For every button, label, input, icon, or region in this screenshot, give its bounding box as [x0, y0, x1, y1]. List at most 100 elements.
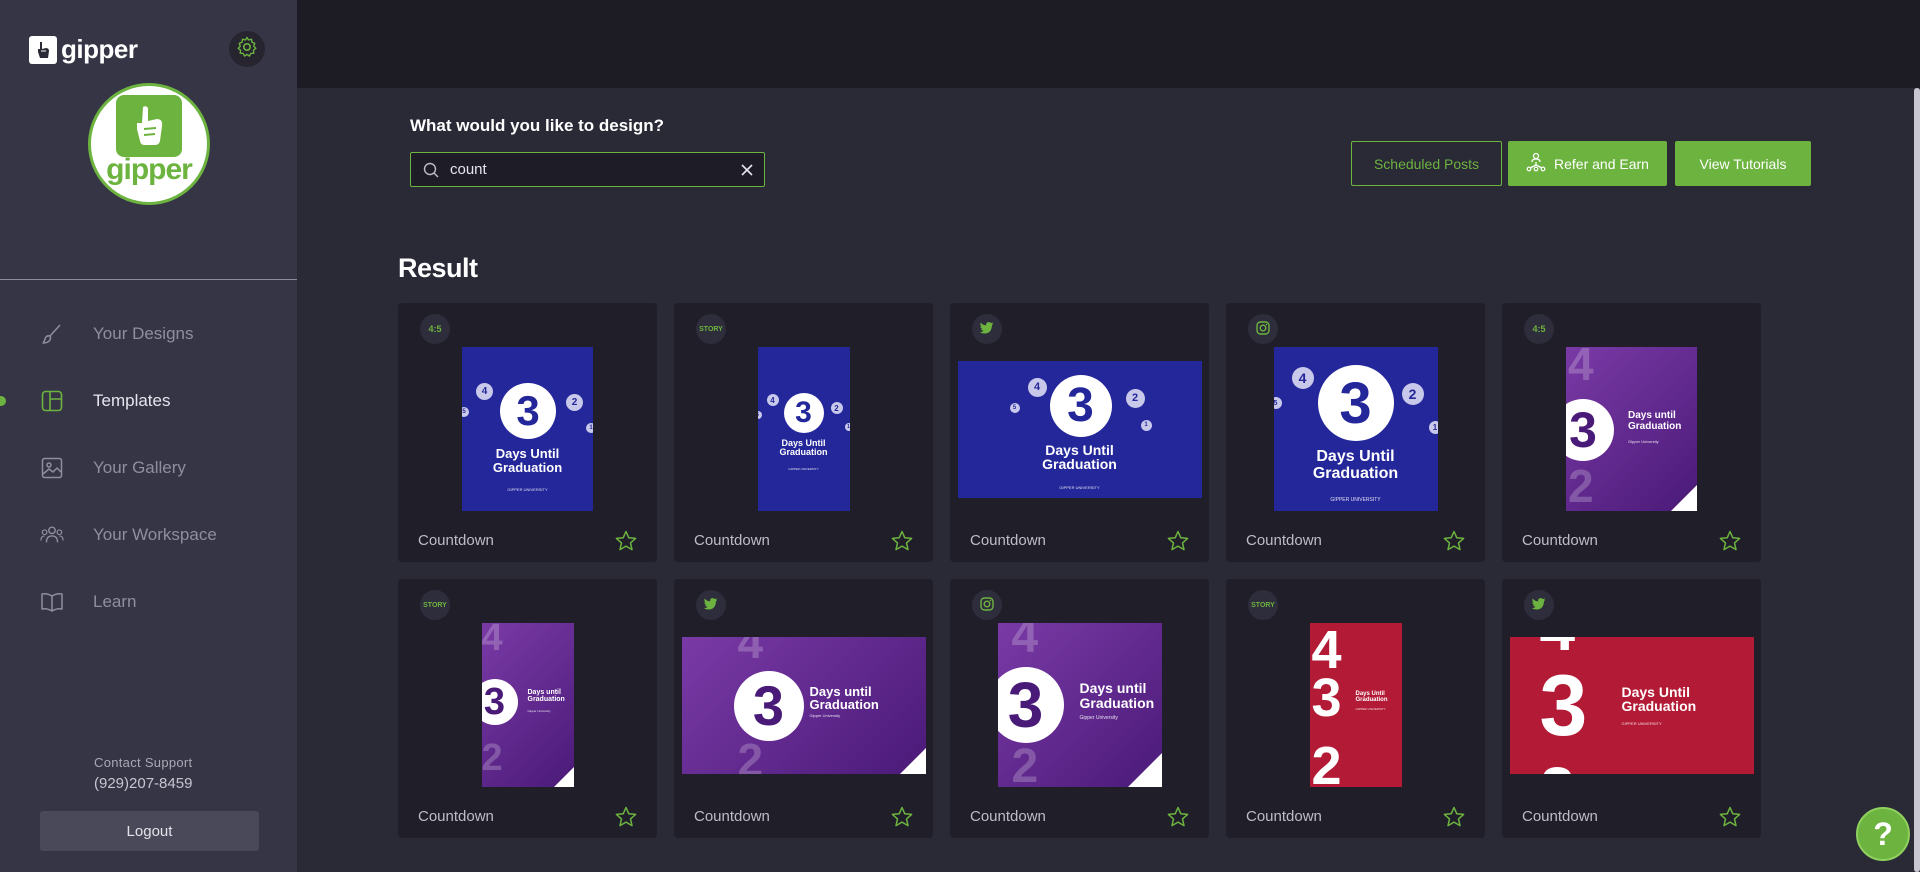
template-thumbnail-area: 4 2 3 Days until Graduation Gipper Unive… — [398, 623, 657, 787]
help-button[interactable]: ? — [1856, 807, 1910, 861]
template-card[interactable]: STORY 4 3 2 Days Until Graduation GIPPER… — [1226, 579, 1485, 838]
logout-button[interactable]: Logout — [40, 811, 259, 851]
thumbnail-subtitle: GIPPER UNIVERSITY — [1355, 707, 1386, 711]
countdown-number: 3 — [481, 679, 518, 725]
gipper-logo[interactable]: gipper — [29, 34, 138, 65]
template-card[interactable]: 4 5 2 1 3 Days Until Graduation GIPPER U… — [1226, 303, 1485, 562]
users-icon — [40, 523, 64, 547]
template-thumbnail-area: 4 5 2 1 3 Days Until Graduation GIPPER U… — [398, 347, 657, 511]
avatar-brand-text: gipper — [106, 153, 193, 186]
thumbnail-headline: Days until Graduation — [1079, 680, 1155, 711]
star-icon[interactable] — [891, 806, 913, 828]
sidebar-item-your-gallery[interactable]: Your Gallery — [0, 434, 297, 501]
star-icon[interactable] — [1443, 530, 1465, 552]
template-thumbnail: 4 2 3 Days until Graduation Gipper Unive… — [1566, 347, 1697, 511]
format-badge: STORY — [696, 314, 726, 344]
brand-name: gipper — [61, 34, 138, 64]
organization-avatar[interactable]: gipper — [88, 83, 210, 205]
template-thumbnail-area: 4 5 2 1 3 Days Until Graduation GIPPER U… — [1226, 347, 1485, 511]
star-icon[interactable] — [1443, 806, 1465, 828]
view-tutorials-button[interactable]: View Tutorials — [1675, 141, 1811, 186]
countdown-number: 3 — [1539, 657, 1588, 754]
template-card[interactable]: 4 2 3 Days until Graduation Gipper Unive… — [950, 579, 1209, 838]
template-thumbnail-area: 4 2 3 Days until Graduation Gipper Unive… — [674, 623, 933, 787]
template-thumbnail: 4 5 2 1 3 Days Until Graduation GIPPER U… — [1273, 347, 1438, 511]
book-icon — [40, 590, 64, 614]
scrollbar-thumb[interactable] — [1914, 88, 1920, 872]
thumbnail-headline: Days until Graduation — [809, 683, 879, 713]
close-icon[interactable] — [738, 161, 756, 179]
star-icon[interactable] — [1167, 806, 1189, 828]
format-badge — [696, 590, 726, 620]
instagram-icon — [980, 597, 994, 613]
design-prompt-heading: What would you like to design? — [410, 116, 665, 135]
search-input[interactable] — [450, 161, 730, 178]
template-thumbnail: 4 2 3 Days until Graduation Gipper Unive… — [997, 623, 1162, 787]
thumbnail-subtitle: GIPPER UNIVERSITY — [1059, 484, 1100, 490]
network-icon — [1526, 152, 1546, 175]
star-icon[interactable] — [615, 530, 637, 552]
twitter-icon — [703, 598, 718, 612]
scrollbar[interactable] — [1914, 88, 1920, 872]
card-label: Countdown — [694, 808, 770, 825]
template-card[interactable]: 4 2 3 Days until Graduation Gipper Unive… — [674, 579, 933, 838]
card-label: Countdown — [418, 808, 494, 825]
star-icon[interactable] — [1167, 530, 1189, 552]
format-badge: 4:5 — [1524, 314, 1554, 344]
countdown-number: 3 — [783, 393, 824, 433]
thumbnail-headline: Days Until Graduation — [779, 438, 828, 458]
template-thumbnail-area: 4 3 2 Days Until Graduation GIPPER UNIVE… — [1502, 623, 1761, 787]
format-badge: STORY — [420, 590, 450, 620]
format-badge: 4:5 — [420, 314, 450, 344]
support-phone[interactable]: (929)207-8459 — [94, 775, 192, 792]
template-grid: 4:5 4 5 2 1 3 Days Until Graduation GIPP… — [398, 303, 1762, 838]
thumbnail-subtitle: Gipper University — [809, 712, 841, 718]
countdown-number: 3 — [1311, 668, 1342, 728]
card-label: Countdown — [970, 808, 1046, 825]
thumbnail-subtitle: GIPPER UNIVERSITY — [1330, 497, 1381, 503]
template-thumbnail: 4 5 2 1 3 Days Until Graduation GIPPER U… — [757, 347, 850, 511]
hand-logo-icon — [29, 35, 57, 64]
template-card[interactable]: STORY 4 5 2 1 3 Days Until Graduation GI… — [674, 303, 933, 562]
thumbnail-headline: Days until Graduation — [1628, 410, 1682, 432]
sidebar-item-your-workspace[interactable]: Your Workspace — [0, 501, 297, 568]
settings-button[interactable] — [229, 31, 265, 67]
search-box[interactable] — [410, 152, 765, 187]
template-card[interactable]: 4:5 4 5 2 1 3 Days Until Graduation GIPP… — [398, 303, 657, 562]
instagram-icon — [1256, 321, 1270, 337]
star-icon[interactable] — [1719, 530, 1741, 552]
thumbnail-subtitle: Gipper University — [1628, 439, 1659, 444]
sidebar-item-your-designs[interactable]: Your Designs — [0, 300, 297, 367]
sidebar-item-label: Templates — [93, 390, 171, 410]
thumbnail-subtitle: GIPPER UNIVERSITY — [1621, 720, 1662, 726]
refer-and-earn-button[interactable]: Refer and Earn — [1508, 141, 1667, 186]
thumbnail-subtitle: Gipper University — [527, 709, 551, 713]
thumbnail-headline: Days Until Graduation — [1312, 448, 1399, 482]
card-label: Countdown — [970, 532, 1046, 549]
template-thumbnail: 4 3 2 Days Until Graduation GIPPER UNIVE… — [1509, 636, 1754, 774]
thumbnail-headline: Days Until Graduation — [1042, 441, 1117, 473]
image-icon — [40, 456, 64, 480]
twitter-icon — [979, 322, 994, 336]
search-icon — [422, 161, 440, 179]
countdown-number: 3 — [1566, 399, 1614, 461]
card-label: Countdown — [1522, 808, 1598, 825]
format-badge — [1248, 314, 1278, 344]
star-icon[interactable] — [891, 530, 913, 552]
template-card[interactable]: 4 3 2 Days Until Graduation GIPPER UNIVE… — [1502, 579, 1761, 838]
format-badge — [1524, 590, 1554, 620]
template-card[interactable]: 4 5 2 1 3 Days Until Graduation GIPPER U… — [950, 303, 1209, 562]
star-icon[interactable] — [615, 806, 637, 828]
template-thumbnail-area: 4 2 3 Days until Graduation Gipper Unive… — [950, 623, 1209, 787]
template-card[interactable]: 4:5 4 2 3 Days until Graduation Gipper U… — [1502, 303, 1761, 562]
template-thumbnail: 4 5 2 1 3 Days Until Graduation GIPPER U… — [462, 347, 593, 511]
thumbnail-subtitle: GIPPER UNIVERSITY — [788, 467, 819, 471]
star-icon[interactable] — [1719, 806, 1741, 828]
template-card[interactable]: STORY 4 2 3 Days until Graduation Gipper… — [398, 579, 657, 838]
sidebar-item-learn[interactable]: Learn — [0, 568, 297, 635]
support-title: Contact Support — [94, 755, 193, 770]
scheduled-posts-button[interactable]: Scheduled Posts — [1351, 141, 1502, 186]
format-badge: STORY — [1248, 590, 1278, 620]
sidebar-item-templates[interactable]: Templates — [0, 367, 297, 434]
template-thumbnail-area: 4 3 2 Days Until Graduation GIPPER UNIVE… — [1226, 623, 1485, 787]
